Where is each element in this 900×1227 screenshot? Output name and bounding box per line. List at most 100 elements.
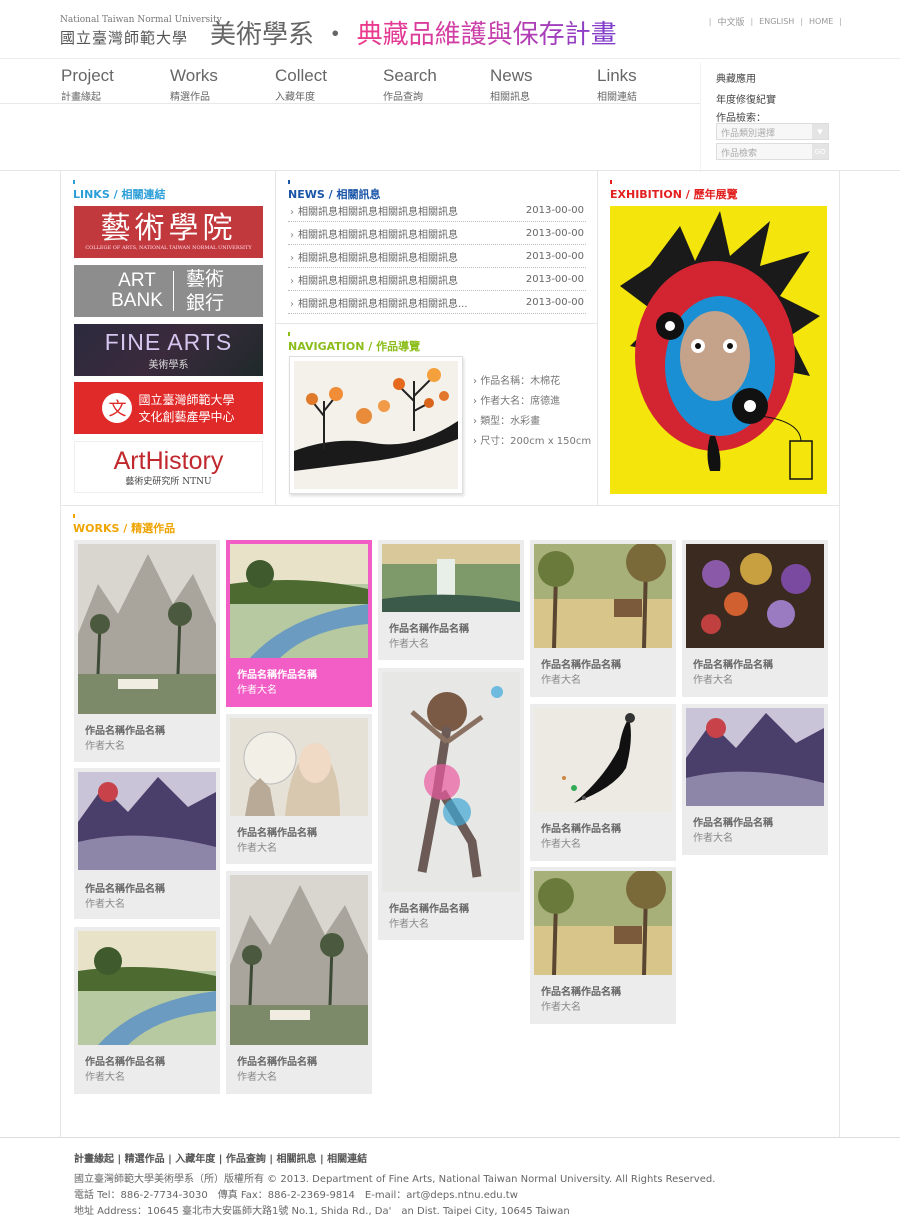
keyword-input[interactable]: 作品檢索 GO [716,143,829,160]
work-name: 作品名稱作品名稱 [237,1057,317,1068]
news-item[interactable]: › 相關訊息相關訊息相關訊息相關訊息 2013-00-00 [288,199,586,222]
work-card[interactable]: 作品名稱作品名稱 作者大名 [682,704,828,855]
work-name: 作品名稱作品名稱 [693,818,773,829]
banner-college-of-arts[interactable]: 藝術學院 COLLEGE OF ARTS, NATIONAL TAIWAN NO… [74,206,263,258]
nav-label-en: News [490,66,533,85]
works-section-title: WORKS / 精選作品 [73,514,175,536]
work-name: 作品名稱作品名稱 [541,824,621,835]
nav-news[interactable]: News 相關訊息 [490,66,533,103]
banner-art-history[interactable]: ArtHistory 藝術史研究所 NTNU [74,441,263,493]
restoration-record-link[interactable]: 年度修復紀實 [716,91,776,106]
nav-search[interactable]: Search 作品查詢 [383,66,437,103]
banner-sub: 美術學系 [148,360,189,371]
news-date: 2013-00-00 [525,204,584,216]
news-item[interactable]: › 相關訊息相關訊息相關訊息相關訊息 2013-00-00 [288,245,586,268]
news-date: 2013-00-00 [525,273,584,285]
work-name: 作品名稱作品名稱 [237,828,317,839]
work-image [382,544,520,612]
footer-link-links[interactable]: 相關連結 [327,1154,367,1165]
arrow-right-icon: › [290,252,294,264]
work-author: 作者大名 [237,843,277,854]
category-select[interactable]: 作品類別選擇 ▼ [716,123,829,140]
work-card[interactable]: 作品名稱作品名稱 作者大名 [682,540,828,697]
footer-copyright: 國立臺灣師範大學美術學系（所）版權所有 © 2013. Department o… [74,1174,716,1185]
search-label: 作品檢索： [716,113,766,124]
footer-link-project[interactable]: 計畫緣起 [74,1154,114,1165]
work-name: 作品名稱作品名稱 [85,1057,165,1068]
banner-creative-center[interactable]: 文 國立臺灣師範大學 文化創藝產學中心 [74,382,263,434]
banner-main: 藝術學院 [100,211,237,246]
category-select-value: 作品類別選擇 [721,129,776,139]
nav-collect[interactable]: Collect 入藏年度 [275,66,327,103]
work-image [686,708,824,806]
exhibition-poster[interactable] [610,206,827,494]
exhibition-section-title: EXHIBITION / 歷年展覽 [610,180,738,202]
featured-artwork-image[interactable] [289,356,463,494]
news-date: 2013-00-00 [525,227,584,239]
chevron-down-icon[interactable]: ▼ [812,124,828,139]
work-card[interactable]: 作品名稱作品名稱 作者大名 [530,704,676,861]
work-card[interactable]: 作品名稱作品名稱 作者大名 [74,768,220,919]
work-author: 作者大名 [85,741,125,752]
nav-label-zh: 計畫緣起 [61,92,101,103]
footer-link-works[interactable]: 精選作品 [125,1154,165,1165]
lang-en-link[interactable]: ENGLISH [759,17,794,26]
banner-art-bank[interactable]: ART BANK 藝術 銀行 [74,265,263,317]
go-button[interactable]: GO [812,144,828,159]
nav-project[interactable]: Project 計畫緣起 [61,66,114,103]
work-name: 作品名稱作品名稱 [237,670,317,681]
lang-zh-link[interactable]: 中文版 [717,15,744,28]
work-name: 作品名稱作品名稱 [389,624,469,635]
project-title: 典藏品維護與保存計畫 [356,20,617,50]
nav-label-zh: 相關訊息 [490,92,530,103]
work-card[interactable]: 作品名稱作品名稱 作者大名 [226,714,372,864]
work-card-active[interactable]: 作品名稱作品名稱 作者大名 [226,540,372,707]
work-image [534,544,672,648]
artwork-artist: › 作者大名：席德進 [473,396,561,407]
footer-contact: 電話 Tel：886-2-7734-3030 傳真 Fax：886-2-2369… [74,1190,518,1201]
collection-use-link[interactable]: 典藏應用 [716,70,756,85]
news-item[interactable]: › 相關訊息相關訊息相關訊息相關訊息... 2013-00-00 [288,291,586,314]
work-author: 作者大名 [541,675,581,686]
work-author: 作者大名 [389,639,429,650]
artwork-size: › 尺寸：200cm x 150cm [473,436,592,447]
nav-links[interactable]: Links 相關連結 [597,66,637,103]
nav-label-zh: 作品查詢 [383,92,423,103]
university-name-zh[interactable]: 國立臺灣師範大學 [60,27,188,48]
work-card[interactable]: 作品名稱作品名稱 作者大名 [226,871,372,1094]
news-item[interactable]: › 相關訊息相關訊息相關訊息相關訊息 2013-00-00 [288,222,586,245]
work-card[interactable]: 作品名稱作品名稱 作者大名 [378,540,524,660]
keyword-input-placeholder: 作品檢索 [721,149,758,159]
home-link[interactable]: HOME [809,17,833,26]
footer-link-news[interactable]: 相關訊息 [277,1154,317,1165]
navigation-section-title: NAVIGATION / 作品導覽 [288,332,420,354]
university-name-en: National Taiwan Normal University [60,15,222,25]
banner-sub: 文化創藝產學中心 [138,410,235,424]
work-name: 作品名稱作品名稱 [541,660,621,671]
work-card[interactable]: 作品名稱作品名稱 作者大名 [530,540,676,697]
work-card[interactable]: 作品名稱作品名稱 作者大名 [74,927,220,1094]
work-card[interactable]: 作品名稱作品名稱 作者大名 [530,867,676,1024]
news-text: 相關訊息相關訊息相關訊息相關訊息 [298,275,458,287]
news-text: 相關訊息相關訊息相關訊息相關訊息 [298,229,458,241]
top-links: | 中文版 | ENGLISH | HOME | [708,15,842,28]
banner-main: FINE ARTS [104,329,233,355]
work-image [230,875,368,1045]
work-card[interactable]: 作品名稱作品名稱 作者大名 [74,540,220,762]
footer-link-collect[interactable]: 入藏年度 [175,1154,215,1165]
footer-address: 地址 Address：10645 臺北市大安區師大路1號 No.1, Shida… [74,1206,570,1217]
site-title: 美術學系 ‧ 典藏品維護與保存計畫 [210,14,617,51]
work-author: 作者大名 [693,675,733,686]
banner-fine-arts[interactable]: FINE ARTS 美術學系 [74,324,263,376]
work-card[interactable]: 作品名稱作品名稱 作者大名 [378,668,524,940]
news-item[interactable]: › 相關訊息相關訊息相關訊息相關訊息 2013-00-00 [288,268,586,291]
nav-label-zh: 入藏年度 [275,92,315,103]
nav-label-en: Links [597,66,637,85]
nav-works[interactable]: Works 精選作品 [170,66,218,103]
header-divider [0,58,900,59]
footer-link-search[interactable]: 作品查詢 [226,1154,266,1165]
work-image [382,672,520,892]
work-author: 作者大名 [541,839,581,850]
banner-right: 藝術 銀行 [185,268,224,314]
banner-main: 國立臺灣師範大學 [138,393,235,407]
